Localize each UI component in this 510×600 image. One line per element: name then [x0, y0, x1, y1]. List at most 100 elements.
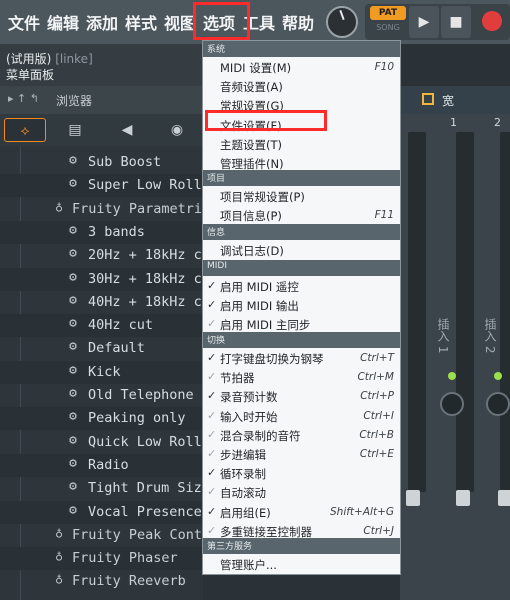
tree-item-label: Fruity Phaser [72, 550, 178, 567]
tree-item-label: Tight Drum Sizzle [88, 480, 203, 497]
menu-item-shortcut: Ctrl+T [360, 352, 394, 364]
globe-icon[interactable]: ◉ [156, 118, 198, 142]
preset-gear-icon: ⚙ [69, 339, 77, 355]
preset-gear-icon: ⚙ [69, 176, 77, 192]
menu-view[interactable]: 视图 [164, 10, 196, 34]
preset-gear-icon: ⚙ [69, 269, 77, 285]
menu-item-shortcut: Ctrl+M [357, 371, 394, 384]
play-button[interactable]: ▶ [409, 6, 439, 38]
file-icon[interactable]: ▤ [54, 118, 96, 142]
browser-preset-item[interactable]: ⚙ Old Telephone [0, 384, 203, 407]
menu-item[interactable]: 自动滚动 [220, 485, 266, 501]
menu-section-header [203, 41, 400, 57]
insert-2-pan-knob[interactable] [486, 392, 510, 416]
menu-item[interactable]: 录音预计数 [220, 389, 278, 405]
menu-item[interactable]: 启用 MIDI 遥控 [220, 279, 299, 295]
menu-item[interactable]: 启用组(E) [220, 505, 271, 521]
tree-item-label: Super Low Roll-Off [88, 177, 203, 194]
tree-item-label: 40Hz + 18kHz cut [88, 293, 203, 310]
menu-item[interactable]: 音频设置(A) [220, 79, 283, 95]
hint-text: 菜单面板 [6, 68, 55, 82]
menu-style[interactable]: 样式 [125, 10, 157, 34]
browser-preset-item[interactable]: ⚙ 3 bands [0, 220, 203, 244]
browser-preset-item[interactable]: ⚙ Quick Low Roll-Off [0, 431, 203, 454]
browser-plugin-item[interactable]: ♁ Fruity Parametric EQ [0, 198, 203, 221]
insert-1-pan-knob[interactable] [440, 392, 464, 416]
menu-item[interactable]: 节拍器 [220, 370, 255, 386]
menu-item[interactable]: 启用 MIDI 输出 [220, 298, 299, 314]
menu-item[interactable]: 输入时开始 [220, 409, 278, 425]
menu-item[interactable]: 调试日志(D) [220, 243, 284, 259]
browser-preset-item[interactable]: ⚙ 40Hz cut [0, 314, 203, 338]
menu-item[interactable]: 循环录制 [220, 466, 266, 482]
tree-item-label: Vocal Presence [88, 503, 202, 520]
menu-section-title: 系统 [207, 45, 226, 55]
tree-item-label: 40Hz cut [88, 317, 154, 334]
menu-options-highlight-box [193, 2, 250, 40]
stop-button[interactable]: ■ [441, 6, 471, 38]
browser-plugin-item[interactable]: ♁ Fruity Peak Controller [0, 524, 203, 547]
plugin-icon: ♁ [55, 199, 63, 215]
channel-number-2: 2 [494, 116, 501, 129]
browser-preset-item[interactable]: ⚙ Sub Boost [0, 151, 203, 174]
menu-file[interactable]: 文件 [8, 10, 40, 34]
insert-1-fader[interactable] [456, 490, 470, 506]
menu-edit[interactable]: 编辑 [47, 10, 79, 34]
record-button[interactable] [482, 11, 502, 31]
stop-icon: ■ [449, 14, 463, 30]
mixer-strip-master[interactable] [408, 132, 426, 492]
mixer-strip-1[interactable] [456, 132, 474, 492]
browser-plugin-item[interactable]: ♁ Fruity Reeverb [0, 570, 203, 593]
menu-item[interactable]: 打字键盘切换为钢琴 [220, 351, 324, 367]
browser-preset-item[interactable]: ⚙ Kick [0, 360, 203, 384]
insert-1-led[interactable] [448, 372, 456, 380]
menu-item-shortcut: F10 [374, 61, 394, 73]
menu-item[interactable]: 主题设置(T) [220, 137, 282, 153]
checkmark-icon: ✓ [207, 279, 217, 292]
menu-section-title: 项目 [207, 174, 226, 184]
browser-preset-item[interactable]: ⚙ Tight Drum Sizzle [0, 477, 203, 500]
browser-preset-item[interactable]: ⚙ Peaking only [0, 407, 203, 431]
insert-2-fader[interactable] [498, 490, 510, 506]
browser-preset-item[interactable]: ⚙ 20Hz + 18kHz cut [0, 244, 203, 267]
checkmark-icon: ✓ [207, 351, 217, 364]
speaker-icon[interactable]: ◀ [106, 118, 148, 142]
waveform-icon[interactable]: ⟡ [4, 118, 46, 142]
menu-item[interactable]: MIDI 设置(M) [220, 60, 291, 76]
menu-item[interactable]: 启用 MIDI 主同步 [220, 317, 310, 333]
insert-2-led[interactable] [494, 372, 502, 380]
menu-item[interactable]: 混合录制的音符 [220, 428, 301, 444]
menu-add[interactable]: 添加 [86, 10, 118, 34]
menu-help[interactable]: 帮助 [282, 10, 314, 34]
browser-plugin-item[interactable]: ♁ Fruity Phaser [0, 547, 203, 571]
checkmark-icon: ✓ [207, 523, 217, 537]
plugin-icon: ♁ [55, 572, 63, 588]
browser-preset-item[interactable]: ⚙ 30Hz + 18kHz cut [0, 267, 203, 291]
pat-mode-button[interactable]: PAT [370, 6, 406, 20]
browser-preset-item[interactable]: ⚙ Vocal Presence [0, 500, 203, 524]
song-mode-label[interactable]: SONG [370, 22, 406, 34]
mixer-view-icon[interactable] [422, 93, 434, 105]
menu-item[interactable]: 项目常规设置(P) [220, 189, 305, 205]
checkmark-icon: ✓ [207, 504, 217, 518]
browser-preset-item[interactable]: ⚙ Super Low Roll-Off [0, 174, 203, 198]
checkmark-icon: ✓ [207, 447, 217, 460]
browser-preset-item[interactable]: ⚙ Default [0, 337, 203, 360]
plugin-icon: ♁ [55, 549, 63, 565]
preset-gear-icon: ⚙ [69, 153, 77, 168]
browser-nav-arrows-icon[interactable]: ▸ ↑ ↰ [8, 92, 39, 105]
menu-item[interactable]: 项目信息(P) [220, 208, 282, 224]
browser-title: 浏览器 [56, 94, 93, 108]
browser-preset-item[interactable]: ⚙ 40Hz + 18kHz cut [0, 291, 203, 314]
checkmark-icon: ✓ [207, 370, 217, 384]
browser-preset-item[interactable]: ⚙ Radio [0, 453, 203, 477]
master-volume-knob[interactable] [326, 6, 358, 38]
checkmark-icon: ✓ [207, 298, 217, 312]
master-fader[interactable] [406, 490, 420, 506]
mixer-strip-2[interactable] [500, 132, 510, 492]
tree-item-label: Old Telephone [88, 387, 194, 403]
menu-item[interactable]: 步进编辑 [220, 447, 266, 463]
menu-section-header [203, 260, 400, 276]
tree-item-label: Quick Low Roll-Off [88, 433, 203, 450]
menu-item[interactable]: 管理账户... [220, 557, 277, 573]
